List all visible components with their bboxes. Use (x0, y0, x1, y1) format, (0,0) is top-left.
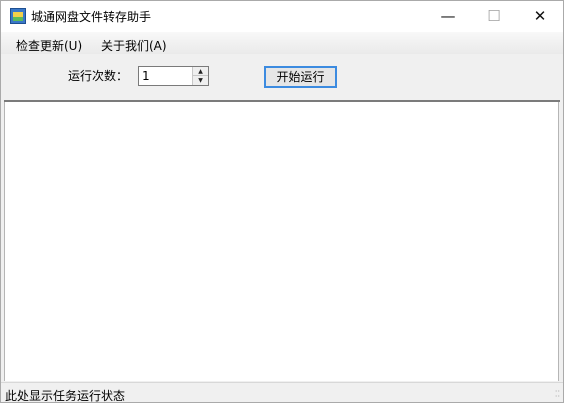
start-run-button[interactable]: 开始运行 (264, 66, 337, 88)
minimize-button[interactable]: — (425, 1, 471, 32)
log-area[interactable] (4, 102, 559, 381)
stepper-buttons: ▲ ▼ (192, 67, 208, 85)
menu-check-update[interactable]: 检查更新(U) (16, 37, 82, 54)
menu-bar: 检查更新(U) 关于我们(A) (1, 32, 563, 54)
app-window: 城通网盘文件转存助手 — ☐ ✕ 检查更新(U) 关于我们(A) 运行次数： 1… (0, 0, 564, 403)
stepper-up-icon[interactable]: ▲ (193, 67, 208, 76)
maximize-button[interactable]: ☐ (471, 1, 517, 32)
run-count-stepper[interactable]: 1 ▲ ▼ (138, 66, 209, 86)
stepper-down-icon[interactable]: ▼ (193, 76, 208, 85)
title-bar[interactable]: 城通网盘文件转存助手 — ☐ ✕ (1, 1, 563, 32)
status-text: 此处显示任务运行状态 (5, 389, 126, 403)
status-bar: 此处显示任务运行状态 ·· ·· (1, 382, 563, 402)
run-count-label: 运行次数： (68, 69, 129, 83)
toolbar: 运行次数： 1 ▲ ▼ 开始运行 (1, 54, 563, 100)
app-icon (10, 8, 26, 24)
window-title: 城通网盘文件转存助手 (31, 10, 152, 24)
close-button[interactable]: ✕ (517, 1, 563, 32)
menu-about-us[interactable]: 关于我们(A) (101, 37, 167, 54)
resize-grip-icon[interactable]: ·· ·· (550, 388, 560, 401)
run-count-value[interactable]: 1 (142, 69, 150, 83)
